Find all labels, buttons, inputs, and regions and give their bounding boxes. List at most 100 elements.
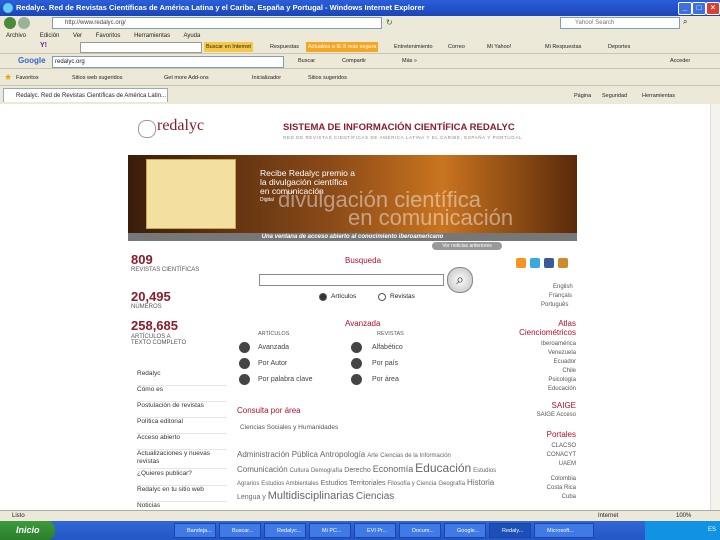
fav-get-addons[interactable]: Get more Add-ons xyxy=(162,73,211,83)
twitter-icon[interactable] xyxy=(530,258,540,268)
tag-hist[interactable]: Historia xyxy=(467,478,494,487)
back-button[interactable] xyxy=(4,17,16,29)
google-share-button[interactable]: Compartir xyxy=(340,56,368,66)
tag-culture[interactable]: Cultura xyxy=(290,468,309,474)
lang-portuguese[interactable]: Português xyxy=(541,302,568,308)
atlas-item[interactable]: Ecuador xyxy=(500,358,576,367)
toolbar-answers[interactable]: Respuestas xyxy=(268,42,301,52)
task-item[interactable]: Docum... xyxy=(399,523,441,538)
tag-demo[interactable]: Demografía xyxy=(311,468,342,474)
adv-articles-author[interactable]: Por Autor xyxy=(258,360,287,367)
tag-edu[interactable]: Educación xyxy=(415,461,471,475)
tag-multi[interactable]: Multidisciplinarias xyxy=(268,490,354,502)
toolbar-my-answers[interactable]: Mi Respuestas xyxy=(543,42,583,52)
toolbar-mail[interactable]: Correo xyxy=(446,42,467,52)
menu-view[interactable]: Ver xyxy=(73,33,82,39)
portal-item[interactable]: Costa Rica xyxy=(500,484,576,493)
portal-item[interactable]: CLACSO xyxy=(500,442,576,451)
adv-articles-advanced[interactable]: Avanzada xyxy=(258,344,289,351)
search-input[interactable] xyxy=(259,274,444,286)
area-category[interactable]: Ciencias Sociales y Humanidades xyxy=(240,424,338,431)
google-search-input[interactable]: redalyc.org xyxy=(52,56,284,68)
task-item[interactable]: Google... xyxy=(444,523,486,538)
tag-phil[interactable]: Filosofía y Ciencia xyxy=(387,481,436,487)
task-item[interactable]: Redalyc... xyxy=(264,523,306,538)
toolbar-upgrade-ie8[interactable]: Actualiza a IE 8 más segura xyxy=(306,42,379,52)
portal-item[interactable]: Cuba xyxy=(500,493,576,502)
task-item[interactable]: Microsoft... xyxy=(534,523,594,538)
start-button[interactable]: Inicio xyxy=(0,521,55,540)
portal-item[interactable]: Colombia xyxy=(500,475,576,484)
minimize-button[interactable]: _ xyxy=(678,2,692,15)
task-item[interactable]: Mi PC... xyxy=(309,523,351,538)
atlas-item[interactable]: Educación xyxy=(500,385,576,394)
site-logo[interactable]: redalyc xyxy=(157,117,204,135)
portal-item[interactable]: UAEM xyxy=(500,460,576,469)
tag-sci[interactable]: Ciencias xyxy=(356,491,394,502)
nav-publish[interactable]: ¿Quieres publicar? xyxy=(137,470,227,486)
adv-articles-keyword[interactable]: Por palabra clave xyxy=(258,376,312,383)
close-button[interactable]: × xyxy=(706,2,720,15)
command-tools[interactable]: Herramientas xyxy=(640,91,677,101)
command-page[interactable]: Página xyxy=(572,91,593,101)
refresh-icon[interactable]: ↻ xyxy=(386,18,396,28)
tag-lang[interactable]: Lengua y xyxy=(237,494,266,501)
tag-geo[interactable]: Geografía xyxy=(438,481,465,487)
tag-law[interactable]: Derecho xyxy=(344,467,370,474)
address-bar[interactable]: http://www.redalyc.org/ xyxy=(52,17,382,29)
yahoo-search-input[interactable] xyxy=(80,42,202,53)
nav-submission[interactable]: Postulación de revistas xyxy=(137,402,227,418)
web-search-input[interactable]: Yahoo! Search xyxy=(560,17,680,29)
nav-editorial-policy[interactable]: Política editorial xyxy=(137,418,227,434)
fav-initializer[interactable]: Inicializador xyxy=(250,73,283,83)
nav-redalyc[interactable]: Redalyc xyxy=(137,370,227,386)
toolbar-sports[interactable]: Deportes xyxy=(606,42,632,52)
tag-env[interactable]: Estudios Ambientales xyxy=(261,481,318,487)
task-item[interactable]: EVI Pr... xyxy=(354,523,396,538)
menu-file[interactable]: Archivo xyxy=(6,33,26,39)
tag-terr[interactable]: Estudios Territoriales xyxy=(321,480,386,487)
share-icon[interactable] xyxy=(558,258,568,268)
atlas-item[interactable]: Chile xyxy=(500,367,576,376)
toolbar-search-web[interactable]: Buscar en Internet xyxy=(204,42,253,52)
tag-anthro[interactable]: Antropología xyxy=(320,450,365,459)
tag-info[interactable]: Ciencias de la Información xyxy=(380,453,451,459)
radio-articles[interactable] xyxy=(319,293,327,301)
browser-tab[interactable]: Redalyc. Red de Revistas Científicas de … xyxy=(3,88,168,102)
fav-suggested-2[interactable]: Sitios sugeridos xyxy=(306,73,349,83)
toolbar-entertainment[interactable]: Entretenimiento xyxy=(392,42,435,52)
adv-journals-area[interactable]: Por área xyxy=(372,376,399,383)
nav-how[interactable]: Cómo es xyxy=(137,386,227,402)
tag-econ[interactable]: Economía xyxy=(373,464,414,474)
portal-item[interactable]: CONACYT xyxy=(500,451,576,460)
atlas-item[interactable]: Iberoamérica xyxy=(500,340,576,349)
command-security[interactable]: Seguridad xyxy=(600,91,629,101)
previous-news-button[interactable]: Ver noticias anteriores xyxy=(432,242,502,250)
rss-icon[interactable] xyxy=(516,258,526,268)
task-item[interactable]: Bandeja... xyxy=(174,523,216,538)
tag-admin[interactable]: Administración Pública xyxy=(237,450,318,459)
nav-open-access[interactable]: Acceso abierto xyxy=(137,434,227,450)
menu-edit[interactable]: Edición xyxy=(40,33,60,39)
tag-art[interactable]: Arte xyxy=(367,453,378,459)
menu-help[interactable]: Ayuda xyxy=(183,33,200,39)
adv-journals-alpha[interactable]: Alfabético xyxy=(372,344,403,351)
lang-english[interactable]: English xyxy=(553,284,573,290)
atlas-item[interactable]: Venezuela xyxy=(500,349,576,358)
radio-journals[interactable] xyxy=(378,293,386,301)
system-tray[interactable]: ES xyxy=(645,521,720,540)
toolbar-my-yahoo[interactable]: Mi Yahoo! xyxy=(485,42,513,52)
menu-tools[interactable]: Herramientas xyxy=(134,33,170,39)
adv-journals-country[interactable]: Por país xyxy=(372,360,398,367)
vertical-scrollbar[interactable] xyxy=(710,104,720,520)
tag-comm[interactable]: Comunicación xyxy=(237,465,288,474)
atlas-item[interactable]: Psicología xyxy=(500,376,576,385)
news-banner[interactable]: Recibe Redalyc premio a la divulgación c… xyxy=(128,155,577,233)
task-item[interactable]: Buscar... xyxy=(219,523,261,538)
google-signin-link[interactable]: Acceder xyxy=(668,56,692,66)
fav-suggested-sites[interactable]: Sitios web sugeridos xyxy=(70,73,124,83)
google-more-button[interactable]: Más » xyxy=(400,56,419,66)
nav-widget[interactable]: Redalyc en tu sitio web xyxy=(137,486,227,502)
maximize-button[interactable]: □ xyxy=(692,2,706,15)
facebook-icon[interactable] xyxy=(544,258,554,268)
